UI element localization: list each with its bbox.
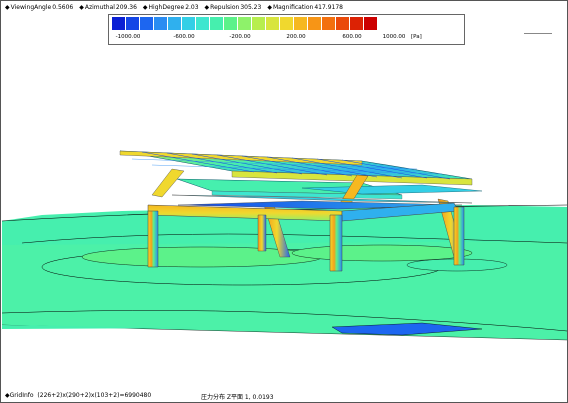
color-scale-cell — [168, 17, 182, 30]
legend-tick-label: 1000.00 — [382, 34, 406, 40]
color-scale-cell — [154, 17, 168, 30]
color-scale-cell — [238, 17, 252, 30]
color-scale-cell — [210, 17, 224, 30]
color-scale-cell — [308, 17, 322, 30]
legend-tick-label: -1000.00 — [115, 34, 141, 40]
diamond-icon: ◆ — [267, 4, 272, 11]
pressure-color-legend: -1000.00 -600.00 -200.00 200.00 600.00 1… — [108, 14, 552, 45]
param-azimuthal: ◆ Azimuthal 209.36 — [79, 4, 137, 11]
color-scale-cell — [112, 17, 126, 30]
view-parameter-bar: ◆ ViewingAngle 0.5606 ◆ Azimuthal 209.36 ◆ Hi… — [5, 2, 343, 13]
legend-line-sample — [524, 33, 552, 34]
color-scale-cell — [280, 17, 294, 30]
result-label: 圧力分布 Z平面 1, 0.0193 — [201, 394, 274, 401]
color-scale-cell — [252, 17, 266, 30]
ground-pressure-field — [2, 204, 567, 388]
param-magnification: ◆ Magnification 417.9178 — [267, 4, 343, 11]
diamond-icon: ◆ — [142, 4, 148, 11]
param-high-degree: ◆ HighDegree 2.03 — [142, 4, 199, 11]
3d-pressure-viewport[interactable] — [2, 45, 567, 388]
color-scale-cell — [140, 17, 154, 30]
legend-unit-label: [Pa] — [411, 34, 422, 40]
color-scale-cell — [266, 17, 280, 30]
param-viewing-angle: ◆ ViewingAngle 0.5606 — [5, 4, 74, 11]
grid-info-value: (226+2)x(290+2)x(103+2)=6990480 — [37, 392, 152, 399]
legend-tick-label: 600.00 — [342, 34, 362, 40]
grid-info-label: GridInfo — [9, 392, 34, 399]
param-repulsion: ◆ Repulsion 305.23 — [204, 4, 262, 11]
color-scale-cell — [350, 17, 364, 30]
color-scale-cell — [196, 17, 210, 30]
grid-info: ◆GridInfo (226+2)x(290+2)x(103+2)=699048… — [5, 392, 151, 399]
color-scale-cell — [294, 17, 308, 30]
diamond-icon: ◆ — [5, 4, 10, 11]
color-scale-cell — [182, 17, 196, 30]
visualization-window: ◆ ViewingAngle 0.5606 ◆ Azimuthal 209.36 ◆ Hi… — [0, 0, 568, 403]
legend-tick-label: 200.00 — [286, 34, 306, 40]
color-scale-cell — [126, 17, 140, 30]
diamond-icon: ◆ — [204, 4, 210, 11]
color-scale-cell — [364, 17, 378, 30]
diamond-icon: ◆ — [79, 4, 84, 11]
legend-tick-label: -200.00 — [229, 34, 251, 40]
color-scale-cell — [336, 17, 350, 30]
color-scale-bar — [112, 17, 378, 30]
color-scale-cell — [322, 17, 336, 30]
legend-tick-label: -600.00 — [173, 34, 195, 40]
color-scale-cell — [224, 17, 238, 30]
